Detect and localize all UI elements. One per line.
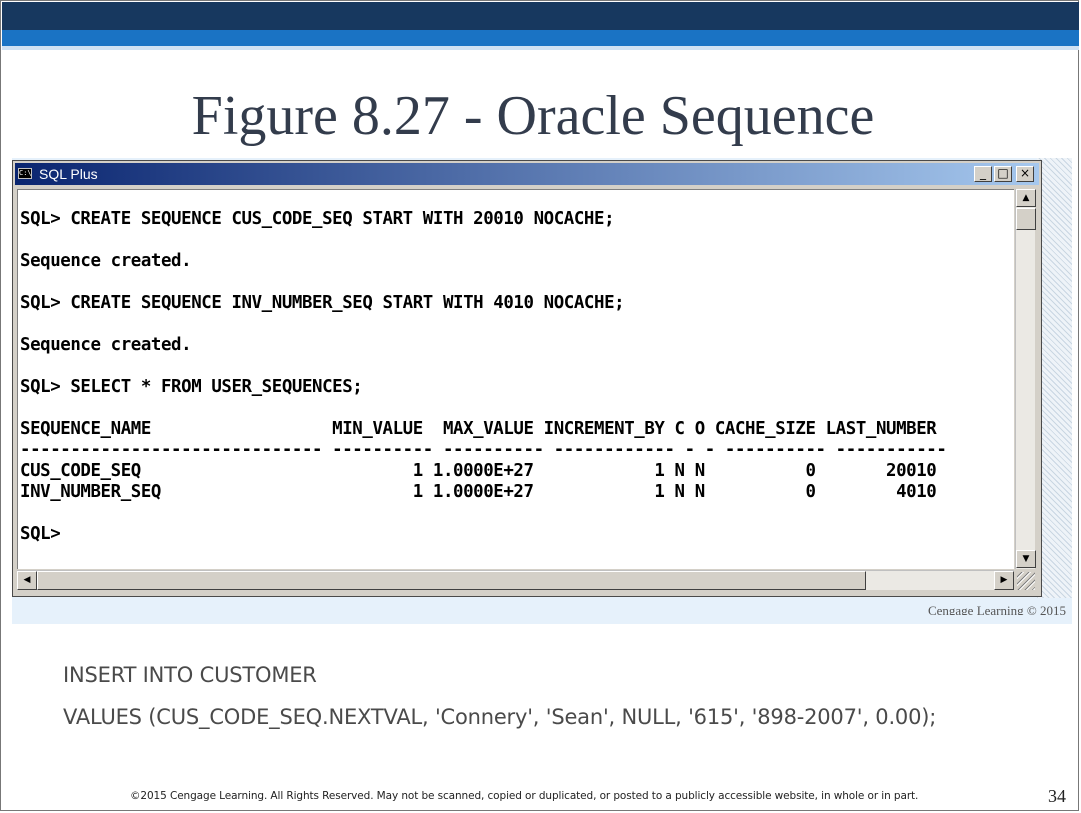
console-line: INV_NUMBER_SEQ 1 1.0000E+27 1 N N 0 4010 — [20, 482, 937, 502]
image-credit: Cengage Learning © 2015 — [927, 604, 1066, 615]
console-line: Sequence created. — [20, 335, 192, 355]
header-band-dark — [2, 2, 1079, 30]
horizontal-scrollbar[interactable]: ◀ ▶ — [17, 570, 1014, 590]
resize-grip-icon[interactable] — [1017, 572, 1035, 590]
console-icon: C:\ — [18, 168, 32, 179]
console-line: CUS_CODE_SEQ 1 1.0000E+27 1 N N 0 20010 — [20, 461, 937, 481]
vertical-scrollbar[interactable]: ▲ ▼ — [1015, 189, 1036, 569]
scroll-up-button[interactable]: ▲ — [1016, 189, 1036, 207]
maximize-button[interactable]: □ — [994, 166, 1012, 182]
page-number: 34 — [1048, 786, 1066, 806]
horizontal-scroll-thumb[interactable] — [37, 571, 866, 590]
scroll-right-button[interactable]: ▶ — [994, 571, 1014, 590]
console-line: SQL> SELECT * FROM USER_SEQUENCES; — [20, 377, 363, 397]
screenshot-hatch — [1037, 158, 1072, 598]
console-output[interactable]: SQL> CREATE SEQUENCE CUS_CODE_SEQ START … — [17, 189, 1014, 569]
console-line: Sequence created. — [20, 251, 192, 271]
sql-code-line-1: INSERT INTO CUSTOMER — [63, 663, 317, 687]
header-band-blue — [2, 30, 1079, 46]
window-title: SQL Plus — [39, 166, 98, 182]
sql-code-line-2: VALUES (CUS_CODE_SEQ.NEXTVAL, 'Connery',… — [63, 705, 937, 729]
console-line: SQL> — [20, 524, 61, 544]
sqlplus-window: C:\ SQL Plus _ □ × SQL> CREATE SEQUENCE … — [12, 160, 1042, 597]
vertical-scroll-thumb[interactable] — [1016, 208, 1036, 230]
console-line: SQL> CREATE SEQUENCE INV_NUMBER_SEQ STAR… — [20, 293, 625, 313]
close-button[interactable]: × — [1016, 166, 1034, 182]
console-line: ------------------------------ ---------… — [20, 440, 947, 460]
header-band-light — [2, 46, 1079, 50]
slide-title: Figure 8.27 - Oracle Sequence — [191, 85, 875, 147]
scroll-left-button[interactable]: ◀ — [17, 571, 37, 590]
console-text: SQL> CREATE SEQUENCE CUS_CODE_SEQ START … — [18, 190, 1014, 545]
copyright-footer: ©2015 Cengage Learning. All Rights Reser… — [130, 790, 919, 802]
minimize-button[interactable]: _ — [974, 166, 992, 182]
scroll-down-button[interactable]: ▼ — [1016, 550, 1036, 568]
console-line: SQL> CREATE SEQUENCE CUS_CODE_SEQ START … — [20, 209, 615, 229]
window-titlebar[interactable]: C:\ SQL Plus _ □ × — [15, 163, 1039, 185]
console-line: SEQUENCE_NAME MIN_VALUE MAX_VALUE INCREM… — [20, 419, 937, 439]
